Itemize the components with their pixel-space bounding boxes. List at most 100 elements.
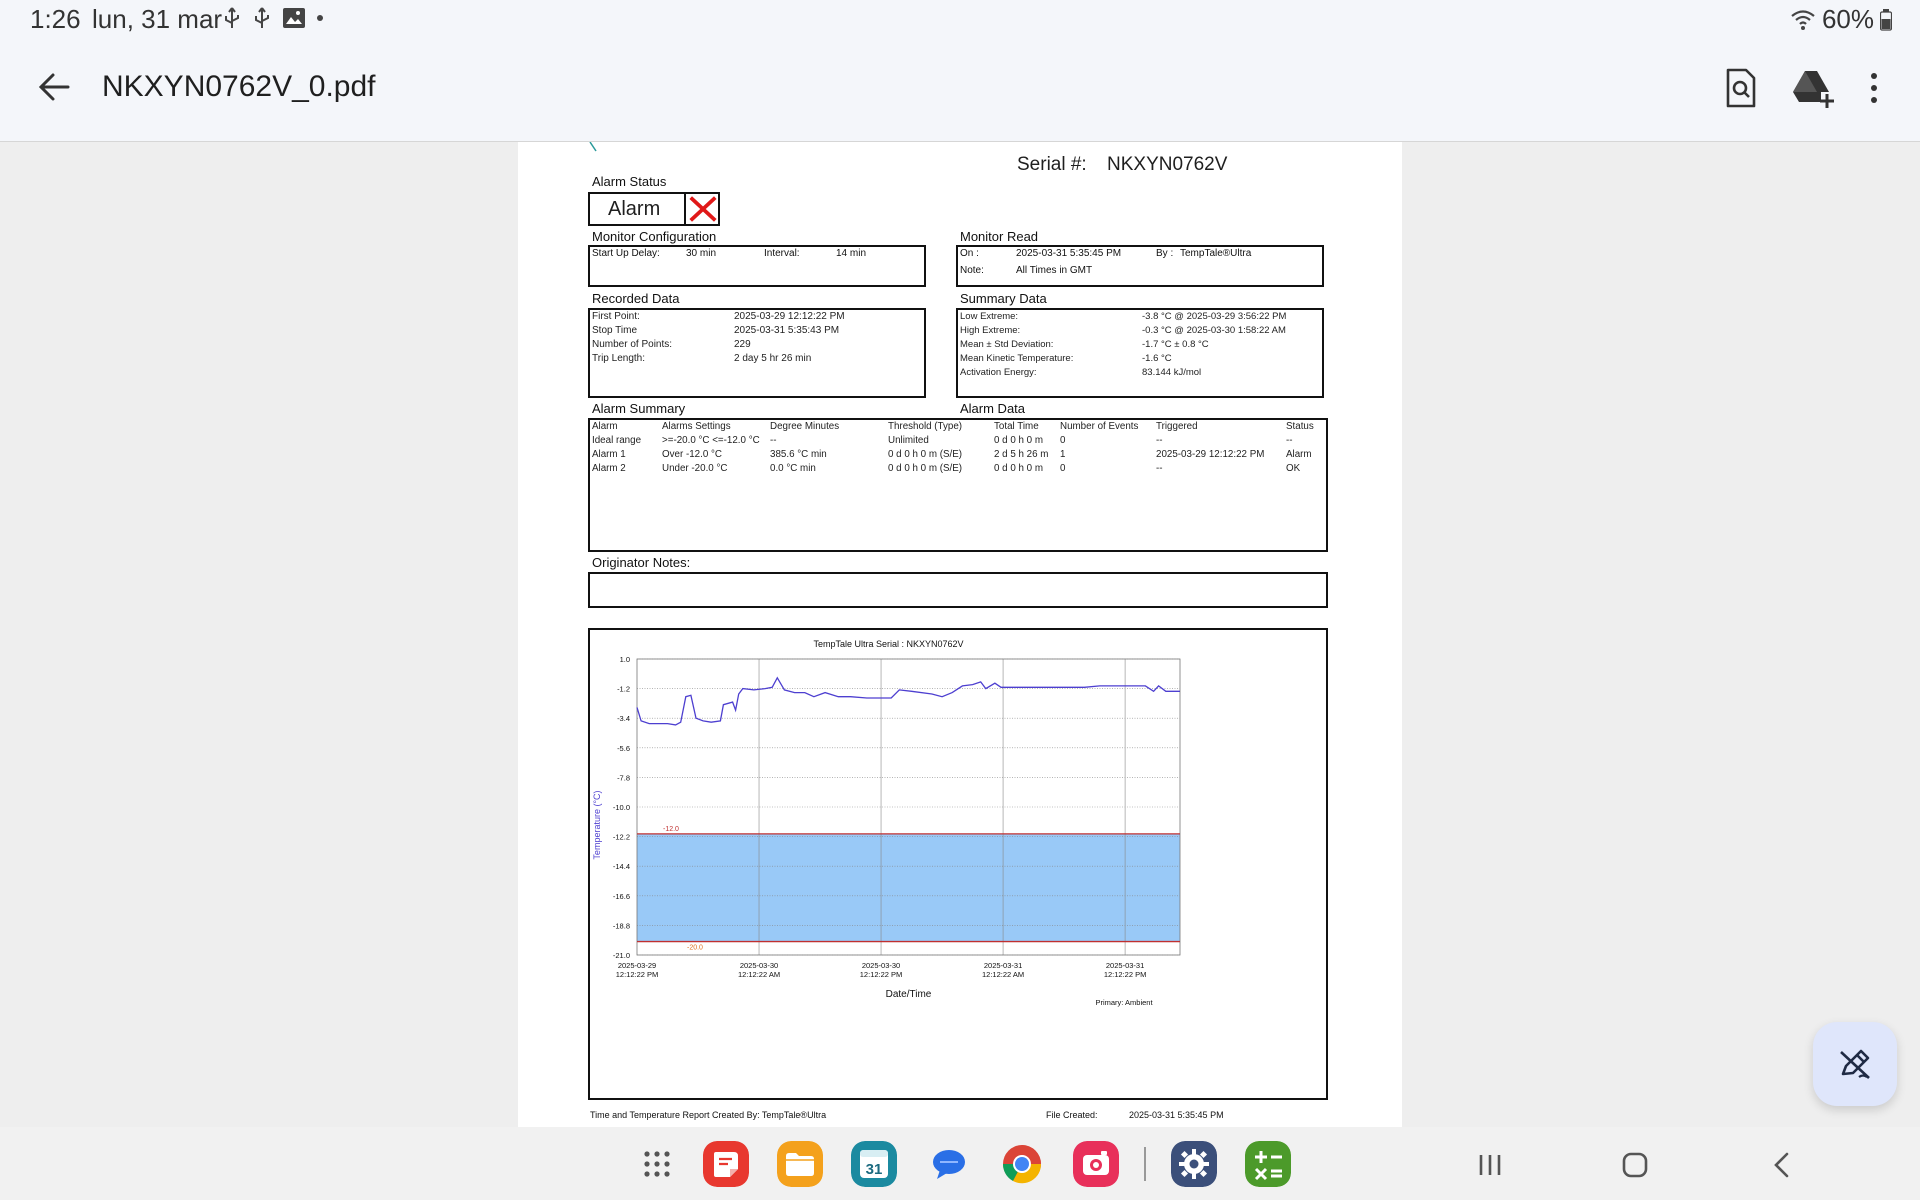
report-footer-creator: Time and Temperature Report Created By: …: [590, 1110, 827, 1120]
home-icon[interactable]: [1617, 1147, 1653, 1183]
calculator-app-icon[interactable]: [1245, 1141, 1291, 1187]
calendar-app-icon[interactable]: 31: [851, 1141, 897, 1187]
camera-app-icon[interactable]: [1073, 1141, 1119, 1187]
summary-data-title: Summary Data: [960, 291, 1047, 306]
pdf-viewer[interactable]: Serial #: NKXYN0762V Alarm Status Alarm …: [0, 142, 1920, 1127]
alarm-table-cell: OK: [1286, 463, 1301, 474]
alarm-table-cell: Under -20.0 °C: [662, 463, 728, 474]
alarm-table-cell: --: [1286, 435, 1293, 446]
usb-icon: [225, 7, 239, 28]
alarm-header-cell: Triggered: [1156, 421, 1198, 432]
pen-edit-icon: [1840, 1049, 1870, 1079]
summary-row: Low Extreme: -3.8 °C @ 2025-03-29 3:56:22…: [960, 311, 1286, 325]
startup-delay-label: Start Up Delay:: [592, 248, 660, 259]
pdf-page: Serial #: NKXYN0762V Alarm Status Alarm …: [518, 142, 1402, 1127]
notes-app-icon[interactable]: [703, 1141, 749, 1187]
settings-app-icon[interactable]: [1171, 1141, 1217, 1187]
battery-level: 60%: [1821, 4, 1874, 34]
taskbar: 31: [0, 1127, 1920, 1200]
y-tick-label: -14.4: [613, 862, 630, 871]
x-tick-time: 12:12:22 PM: [616, 970, 659, 979]
summary-value: 83.144 kJ/mol: [1142, 367, 1202, 378]
alarm-table-row: Alarm 1 Over -12.0 °C 385.6 °C min 0 d 0 h …: [592, 449, 1314, 463]
chrome-app-icon[interactable]: [999, 1141, 1045, 1187]
image-icon: [283, 8, 305, 28]
alarm-table-cell: --: [1156, 435, 1163, 446]
recorded-label: Number of Points:: [592, 339, 673, 350]
alarm-table-cell: Alarm: [1286, 449, 1312, 460]
summary-value: -3.8 °C @ 2025-03-29 3:56:22 PM: [1142, 311, 1287, 322]
y-axis-label: Temperature (°C): [592, 790, 602, 859]
summary-value: -1.7 °C ± 0.8 °C: [1142, 339, 1209, 350]
startup-delay-value: 30 min: [686, 248, 717, 259]
series-line-ambient: [636, 676, 1180, 726]
alarm-table-cell: 0 d 0 h 0 m: [994, 463, 1044, 474]
status-date: lun, 31 mar: [92, 4, 223, 34]
monitor-read-by-value: TempTale®Ultra: [1180, 248, 1252, 259]
alarm-table-cell: 0 d 0 h 0 m (S/E): [888, 463, 963, 474]
recorded-data-title: Recorded Data: [592, 291, 680, 306]
upper-limit-label: -12.0: [663, 826, 679, 833]
find-in-document-icon[interactable]: [1718, 66, 1762, 110]
alarm-header-cell: Total Time: [994, 421, 1039, 432]
y-tick-label: -5.6: [617, 744, 630, 753]
recorded-label: First Point:: [592, 311, 640, 322]
more-options-icon[interactable]: [1852, 66, 1896, 110]
alarm-table-cell: --: [770, 435, 777, 446]
status-bar: 1:26 lun, 31 mar 60%: [0, 0, 1920, 38]
back-arrow-icon[interactable]: [34, 66, 76, 108]
y-tick-label: -21.0: [613, 951, 630, 960]
alarm-table-cell: 1: [1060, 449, 1066, 460]
x-tick-time: 12:12:22 PM: [860, 970, 903, 979]
app-drawer-icon[interactable]: [634, 1141, 680, 1187]
page-corner-mark: [589, 142, 597, 152]
x-tick-time: 12:12:22 PM: [1104, 970, 1147, 979]
monitor-read-box: On : 2025-03-31 5:35:45 PM By : TempTale…: [956, 245, 1324, 287]
recorded-row: First Point: 2025-03-29 12:12:22 PM: [592, 311, 845, 325]
summary-label: Low Extreme:: [960, 311, 1019, 322]
alarm-table-cell: 0: [1060, 463, 1066, 474]
y-tick-label: -1.2: [617, 685, 630, 694]
summary-row: Mean ± Std Deviation: -1.7 °C ± 0.8 °C: [960, 339, 1286, 353]
monitor-read-title: Monitor Read: [960, 229, 1039, 244]
alarm-table-cell: 385.6 °C min: [770, 449, 827, 460]
alarm-table-cell: 0.0 °C min: [770, 463, 816, 474]
alarm-summary-title: Alarm Summary: [592, 401, 686, 416]
annotate-button[interactable]: [1813, 1022, 1897, 1106]
monitor-config-box: Start Up Delay: 30 min Interval: 14 min: [588, 245, 926, 287]
alarm-x-icon: [684, 194, 717, 224]
serial-number: NKXYN0762V: [1107, 154, 1228, 175]
interval-value: 14 min: [836, 248, 867, 259]
app-bar: NKXYN0762V_0.pdf: [0, 38, 1920, 142]
alarm-table-cell: Unlimited: [888, 435, 929, 446]
y-tick-label: 1.0: [620, 655, 630, 664]
alarm-header-cell: Threshold (Type): [888, 421, 963, 432]
alarm-table-cell: Ideal range: [592, 435, 642, 446]
summary-value: -0.3 °C @ 2025-03-30 1:58:22 AM: [1142, 325, 1286, 336]
summary-data-box: Low Extreme: -3.8 °C @ 2025-03-29 3:56:22…: [956, 308, 1324, 398]
alarm-status-box: Alarm: [588, 192, 720, 226]
alarm-table-cell: Alarm 2: [592, 463, 626, 474]
temperature-chart-frame: TempTale Ultra Serial : NKXYN0762V 1.0 -1.…: [588, 628, 1328, 1100]
x-tick-time: 12:12:22 AM: [982, 970, 1024, 979]
ideal-range-band: [637, 833, 1180, 942]
alarm-header-cell: Number of Events: [1060, 421, 1139, 432]
wifi-icon: [1791, 9, 1815, 30]
chart-title: TempTale Ultra Serial : NKXYN0762V: [813, 639, 963, 649]
summary-label: High Extreme:: [960, 325, 1021, 336]
status-time: 1:26: [30, 4, 81, 34]
alarm-header-cell: Alarms Settings: [662, 421, 731, 432]
recorded-row: Stop Time 2025-03-31 5:35:43 PM: [592, 325, 845, 339]
recorded-value: 2025-03-29 12:12:22 PM: [734, 311, 845, 322]
interval-label: Interval:: [764, 248, 800, 259]
back-nav-icon[interactable]: [1764, 1147, 1800, 1183]
messages-app-icon[interactable]: [926, 1141, 972, 1187]
temperature-chart: TempTale Ultra Serial : NKXYN0762V 1.0 -1.…: [592, 639, 1181, 1007]
summary-label: Mean Kinetic Temperature:: [960, 353, 1074, 364]
recents-icon[interactable]: [1472, 1147, 1508, 1183]
summary-row: Activation Energy: 83.144 kJ/mol: [960, 367, 1286, 381]
add-to-drive-icon[interactable]: [1790, 66, 1834, 110]
files-app-icon[interactable]: [777, 1141, 823, 1187]
recorded-value: 2 day 5 hr 26 min: [734, 353, 812, 364]
recorded-row: Trip Length: 2 day 5 hr 26 min: [592, 353, 845, 367]
